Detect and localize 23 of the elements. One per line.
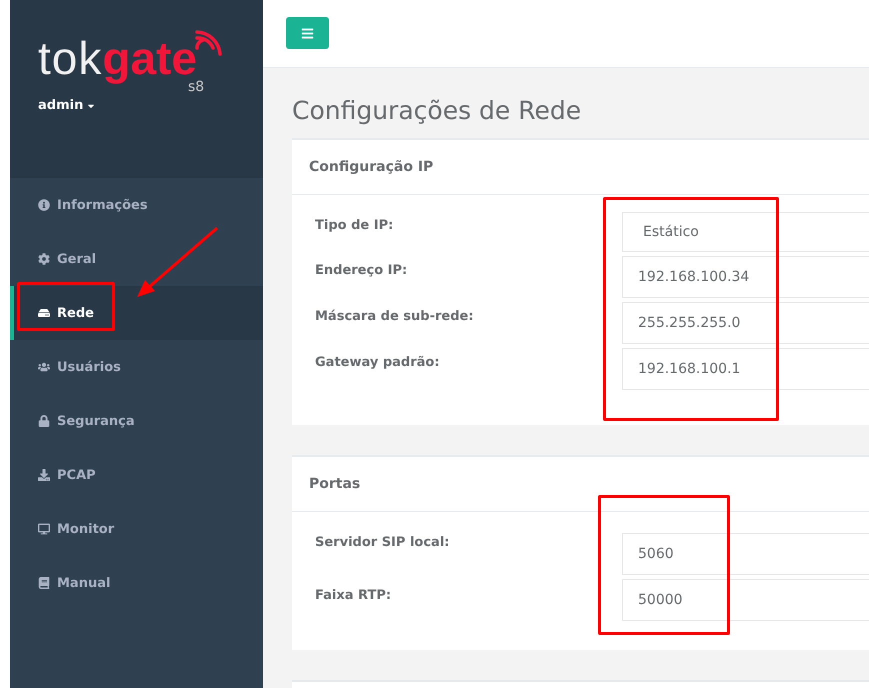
input-field[interactable]: 255.255.255.0 (622, 302, 869, 344)
field-label: Gateway padrão: (315, 354, 441, 372)
input-field[interactable]: 192.168.100.34 (622, 256, 869, 298)
field-label: Tipo de IP: (315, 217, 394, 235)
input-field[interactable]: 192.168.100.1 (622, 348, 869, 390)
panel-title: Configuração IP (309, 159, 434, 175)
nav-item[interactable]: Usuários (10, 340, 263, 394)
nav-item[interactable]: Monitor (10, 502, 263, 556)
field-label: Endereço IP: (315, 262, 408, 280)
input-field[interactable]: 50000 (622, 579, 869, 621)
nav-item[interactable]: Geral (10, 232, 263, 286)
field-label: Servidor SIP local: (315, 534, 450, 552)
page-title: Configurações de Rede (292, 96, 582, 125)
field-label: Faixa RTP: (315, 587, 392, 605)
input-field[interactable]: 5060 (622, 533, 869, 575)
nav-item[interactable]: PCAP (10, 448, 263, 502)
nav-item[interactable]: Segurança (10, 394, 263, 448)
field-label: Máscara de sub-rede: (315, 308, 475, 326)
nav-item[interactable]: Informações (10, 178, 263, 232)
user-menu[interactable]: admin (38, 98, 96, 113)
nav-item[interactable]: Manual (10, 556, 263, 610)
select-field[interactable]: Estático (622, 212, 869, 252)
panel-title: Portas (309, 476, 360, 492)
